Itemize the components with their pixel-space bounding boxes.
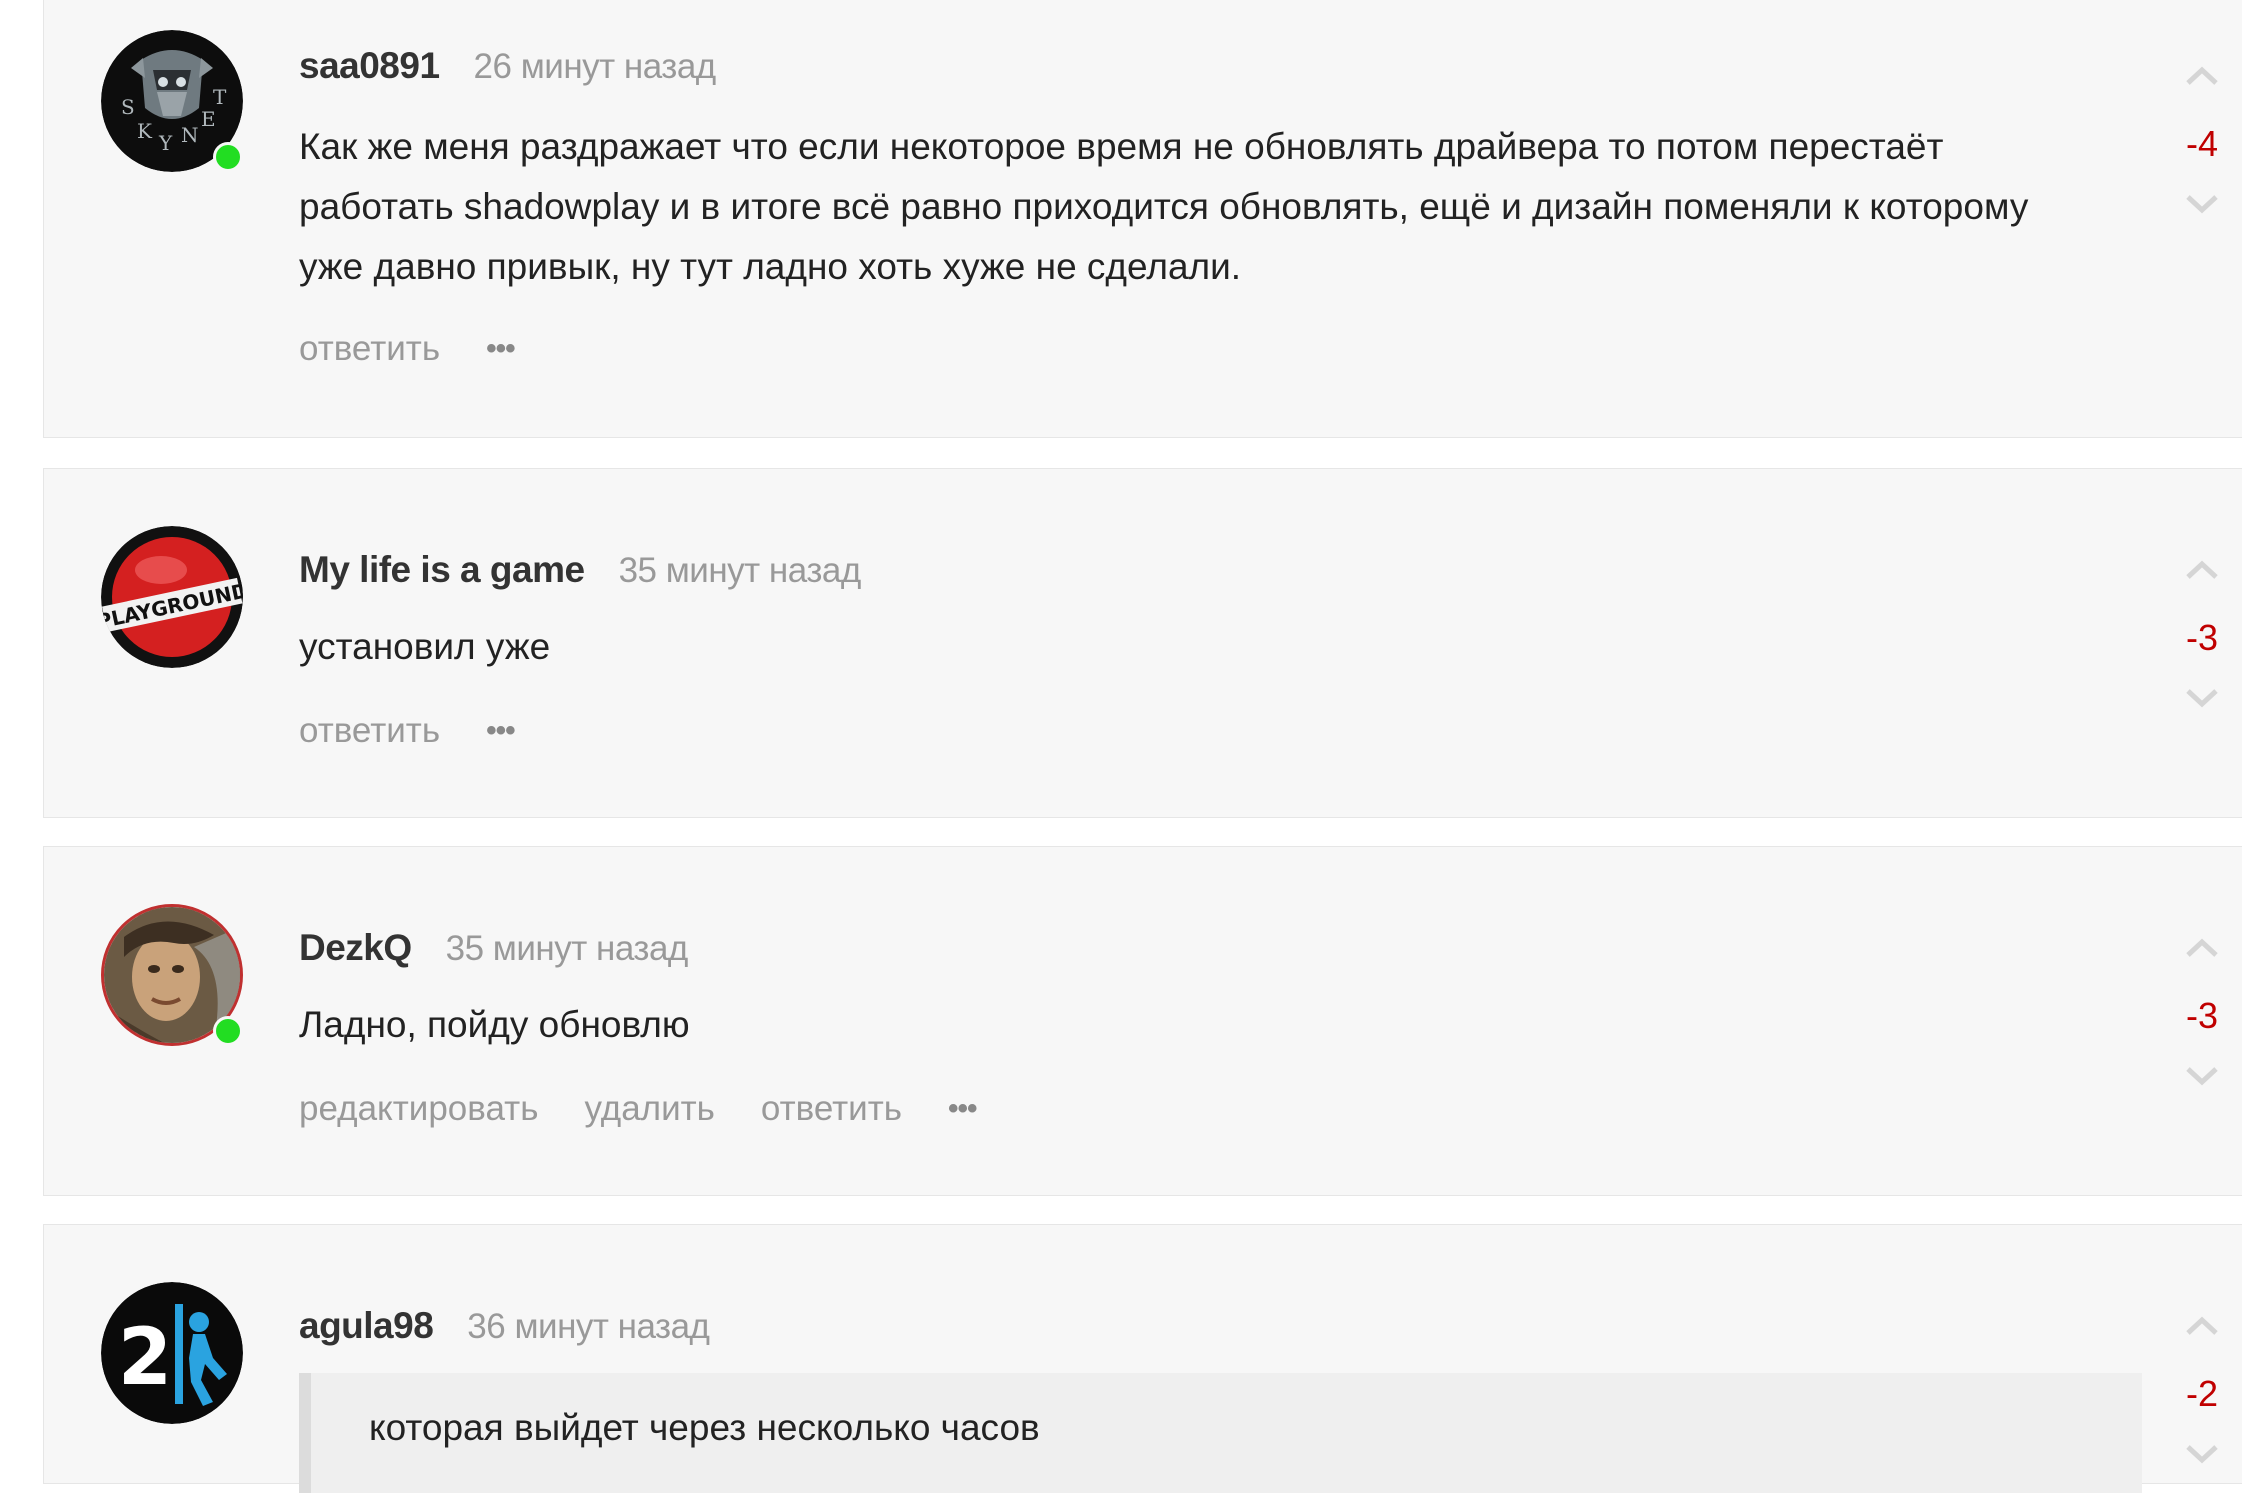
vote-widget: -2 — [2162, 1305, 2242, 1473]
avatar[interactable] — [101, 904, 243, 1046]
upvote-icon[interactable] — [2162, 927, 2242, 967]
avatar[interactable]: PLAYGROUND — [101, 526, 243, 668]
avatar-label: 2 — [118, 1313, 172, 1403]
comment-header: DezkQ 35 минут назад — [299, 927, 688, 977]
comment-score: -4 — [2185, 123, 2218, 164]
more-options-icon[interactable]: ••• — [948, 1092, 977, 1126]
downvote-icon[interactable] — [2162, 677, 2242, 717]
comment-actions: редактировать удалить ответить ••• — [299, 1089, 977, 1129]
comment-time[interactable]: 35 минут назад — [446, 929, 689, 969]
comment-text: Как же меня раздражает что если некоторо… — [299, 126, 2029, 287]
edit-button[interactable]: редактировать — [299, 1089, 538, 1129]
comment-score: -3 — [2185, 617, 2218, 658]
downvote-icon[interactable] — [2162, 1055, 2242, 1095]
playground-ball-avatar-icon: PLAYGROUND — [101, 526, 243, 668]
vote-widget: -4 — [2162, 55, 2242, 223]
author-name[interactable]: My life is a game — [299, 549, 585, 591]
comment-feed: S K Y N E T saa0891 26 минут назад Как ж… — [0, 0, 2242, 1493]
svg-text:E: E — [201, 107, 216, 131]
quoted-text: которая выйдет через несколько часов — [299, 1373, 2142, 1493]
author-name[interactable]: agula98 — [299, 1305, 434, 1347]
svg-text:N: N — [181, 123, 199, 147]
avatar[interactable]: 2 — [101, 1282, 243, 1424]
comment-text: Ладно, пойду обновлю — [299, 1004, 690, 1045]
svg-text:T: T — [213, 85, 227, 109]
comment-card: PLAYGROUND My life is a game 35 минут на… — [43, 468, 2242, 818]
reply-button[interactable]: ответить — [299, 329, 440, 369]
comment-actions: ответить ••• — [299, 329, 516, 369]
reply-button[interactable]: ответить — [761, 1089, 902, 1129]
comment-score: -2 — [2185, 1373, 2218, 1414]
reply-button[interactable]: ответить — [299, 711, 440, 751]
avatar[interactable]: S K Y N E T — [101, 30, 243, 172]
comment-text: установил уже — [299, 626, 551, 667]
comment-time[interactable]: 26 минут назад — [474, 47, 717, 87]
more-options-icon[interactable]: ••• — [486, 714, 515, 748]
comment-card: S K Y N E T saa0891 26 минут назад Как ж… — [43, 0, 2242, 438]
comment-header: agula98 36 минут назад — [299, 1305, 710, 1355]
upvote-icon[interactable] — [2162, 1305, 2242, 1345]
svg-text:S: S — [121, 95, 135, 119]
svg-text:Y: Y — [158, 131, 173, 155]
online-indicator — [213, 1016, 243, 1046]
delete-button[interactable]: удалить — [584, 1089, 714, 1129]
author-name[interactable]: saa0891 — [299, 45, 440, 87]
vote-widget: -3 — [2162, 927, 2242, 1095]
online-indicator — [213, 142, 243, 172]
downvote-icon[interactable] — [2162, 1433, 2242, 1473]
author-name[interactable]: DezkQ — [299, 927, 412, 969]
comment-time[interactable]: 36 минут назад — [467, 1307, 710, 1347]
upvote-icon[interactable] — [2162, 55, 2242, 95]
upvote-icon[interactable] — [2162, 549, 2242, 589]
more-options-icon[interactable]: ••• — [486, 332, 515, 366]
portal-2-avatar-icon: 2 — [101, 1282, 243, 1424]
downvote-icon[interactable] — [2162, 183, 2242, 223]
comment-card: 2 agula98 36 минут назад которая выйдет … — [43, 1224, 2242, 1493]
comment-actions: ответить ••• — [299, 711, 516, 751]
comment-card: DezkQ 35 минут назад Ладно, пойду обновл… — [43, 846, 2242, 1196]
vote-widget: -3 — [2162, 549, 2242, 717]
comment-header: My life is a game 35 минут назад — [299, 549, 861, 599]
comment-time[interactable]: 35 минут назад — [619, 551, 862, 591]
svg-text:K: K — [137, 119, 153, 143]
comment-header: saa0891 26 минут назад — [299, 45, 716, 95]
comment-score: -3 — [2185, 995, 2218, 1036]
